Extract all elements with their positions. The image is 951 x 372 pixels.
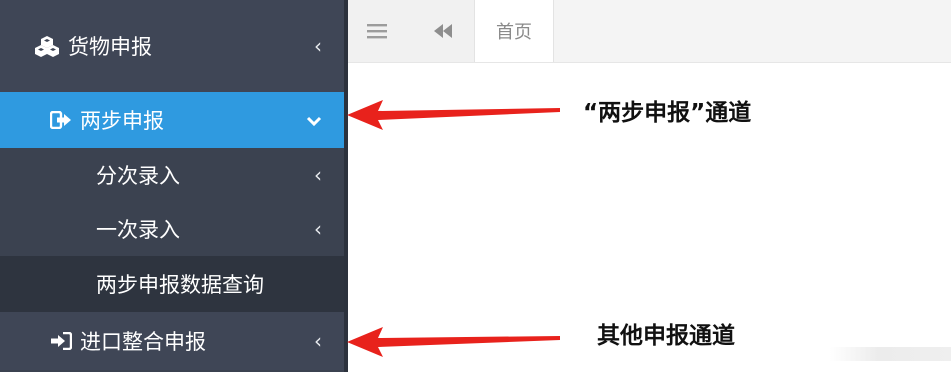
arrow-other <box>347 327 560 357</box>
image-artifact <box>830 347 951 361</box>
annotation-two-step-channel: “两步申报”通道 <box>583 100 752 126</box>
annotation-other-channels: 其他申报通道 <box>597 323 735 349</box>
annotation-arrows <box>347 100 560 357</box>
arrow-two-step <box>347 100 560 130</box>
